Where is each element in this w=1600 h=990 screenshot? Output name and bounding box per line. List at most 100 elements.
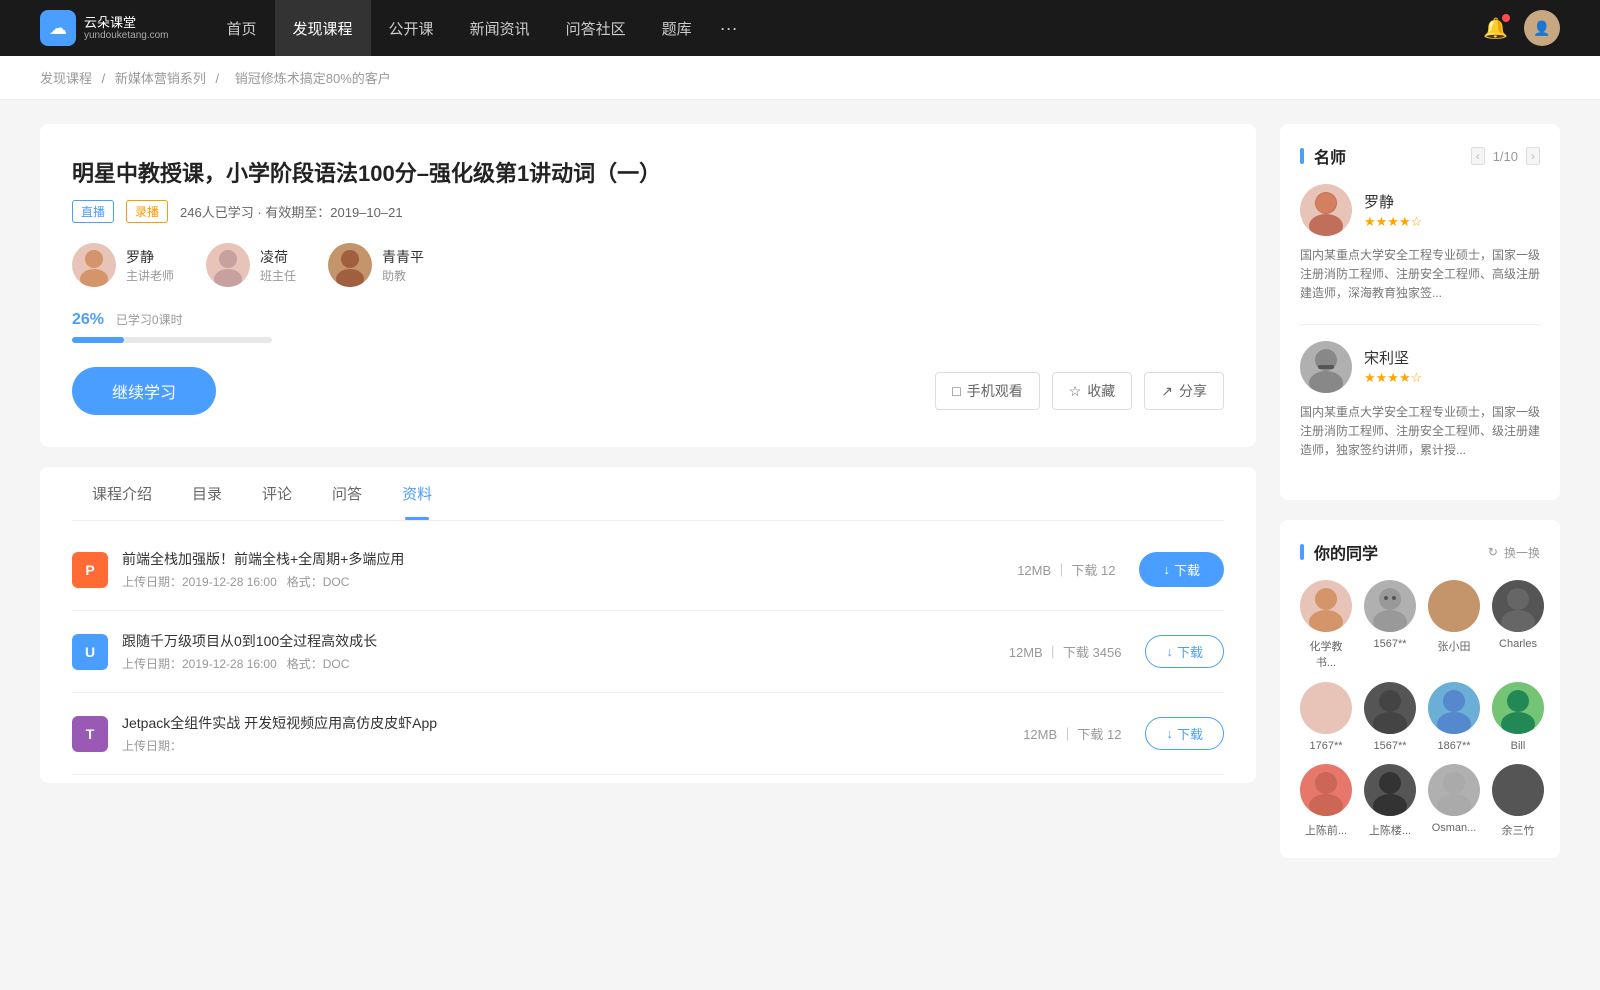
- student-6-name: 1567**: [1373, 740, 1406, 752]
- student-3-name: 张小田: [1438, 638, 1471, 654]
- tab-resources[interactable]: 资料: [382, 467, 452, 520]
- resource-icon-2: U: [72, 634, 108, 670]
- download-icon-2: ↓: [1166, 644, 1173, 659]
- resource-item-2: U 跟随千万级项目从0到100全过程高效成长 上传日期：2019-12-28 1…: [72, 611, 1224, 693]
- panel-title-teachers: 名师: [1300, 144, 1346, 168]
- logo[interactable]: ☁ 云朵课堂 yundouketang.com: [40, 10, 169, 46]
- tab-qa[interactable]: 问答: [312, 467, 382, 520]
- student-7[interactable]: 1867**: [1428, 682, 1480, 752]
- student-8-name: Bill: [1511, 740, 1526, 752]
- resource-icon-1: P: [72, 552, 108, 588]
- student-2-avatar: [1364, 580, 1416, 632]
- teacher-card-2-name: 宋利坚: [1364, 347, 1422, 368]
- download-button-1[interactable]: ↓ 下载: [1139, 552, 1224, 587]
- panel-header-classmates: 你的同学 ↻ 换一换: [1300, 540, 1540, 564]
- course-title: 明星中教授课，小学阶段语法100分–强化级第1讲动词（一）: [72, 156, 1224, 188]
- resource-item-1: P 前端全栈加强版！前端全栈+全周期+多端应用 上传日期：2019-12-28 …: [72, 529, 1224, 611]
- student-1[interactable]: 化学教书...: [1300, 580, 1352, 670]
- breadcrumb-item-discover[interactable]: 发现课程: [40, 71, 92, 86]
- breadcrumb-item-current: 销冠修炼术搞定80%的客户: [235, 71, 391, 86]
- student-4[interactable]: Charles: [1492, 580, 1544, 670]
- teachers-list: 罗静 主讲老师 凌荷 班主任: [72, 243, 1224, 287]
- notification-dot: [1502, 14, 1510, 22]
- next-teacher-button[interactable]: ›: [1526, 147, 1540, 165]
- tab-intro[interactable]: 课程介绍: [72, 467, 172, 520]
- student-11[interactable]: Osman...: [1428, 764, 1480, 838]
- student-3-avatar: [1428, 580, 1480, 632]
- share-button[interactable]: ↗ 分享: [1144, 372, 1224, 410]
- tabs: 课程介绍 目录 评论 问答 资料: [72, 467, 1224, 521]
- nav-item-news[interactable]: 新闻资讯: [452, 0, 548, 56]
- teacher-2: 凌荷 班主任: [206, 243, 296, 287]
- resource-meta-2: 上传日期：2019-12-28 16:00 格式：DOC: [122, 655, 1009, 672]
- nav-item-discover[interactable]: 发现课程: [275, 0, 371, 56]
- student-3[interactable]: 张小田: [1428, 580, 1480, 670]
- student-8[interactable]: Bill: [1492, 682, 1544, 752]
- resource-info-1: 前端全栈加强版！前端全栈+全周期+多端应用 上传日期：2019-12-28 16…: [122, 549, 1017, 590]
- panel-title-classmates: 你的同学: [1300, 540, 1378, 564]
- student-2[interactable]: 1567**: [1364, 580, 1416, 670]
- teacher-card-2-stars: ★★★★☆: [1364, 370, 1422, 386]
- tabs-section: 课程介绍 目录 评论 问答 资料 P 前端全栈加强版！前端全栈+全周期+多端应用…: [40, 467, 1256, 783]
- student-5[interactable]: 1767**: [1300, 682, 1352, 752]
- course-card: 明星中教授课，小学阶段语法100分–强化级第1讲动词（一） 直播 录播 246人…: [40, 124, 1256, 447]
- student-1-avatar: [1300, 580, 1352, 632]
- user-avatar[interactable]: 👤: [1524, 10, 1560, 46]
- teacher-3-avatar: [328, 243, 372, 287]
- student-12[interactable]: 余三竹: [1492, 764, 1544, 838]
- student-6[interactable]: 1567**: [1364, 682, 1416, 752]
- student-5-avatar: [1300, 682, 1352, 734]
- resource-stats-2: 12MB ｜ 下载 3456: [1009, 642, 1122, 661]
- refresh-classmates[interactable]: ↻ 换一换: [1488, 544, 1540, 561]
- teacher-1-role: 主讲老师: [126, 267, 174, 284]
- course-meta: 直播 录播 246人已学习 · 有效期至：2019–10–21: [72, 200, 1224, 223]
- nav-more[interactable]: ···: [710, 0, 748, 56]
- breadcrumb-item-series[interactable]: 新媒体营销系列: [115, 71, 206, 86]
- download-button-2[interactable]: ↓ 下载: [1145, 635, 1224, 668]
- notification-bell[interactable]: 🔔: [1483, 16, 1508, 41]
- student-5-name: 1767**: [1309, 740, 1342, 752]
- mobile-icon: □: [952, 383, 960, 399]
- teacher-card-1-name: 罗静: [1364, 191, 1422, 212]
- tab-toc[interactable]: 目录: [172, 467, 242, 520]
- teacher-3: 青青平 助教: [328, 243, 424, 287]
- classmates-panel: 你的同学 ↻ 换一换 化学教书... 1567**: [1280, 520, 1560, 858]
- course-stats: 246人已学习 · 有效期至：2019–10–21: [180, 202, 403, 221]
- badge-live: 直播: [72, 200, 114, 223]
- continue-learning-button[interactable]: 继续学习: [72, 367, 216, 415]
- mobile-view-button[interactable]: □ 手机观看: [935, 372, 1039, 410]
- teacher-card-1-avatar: [1300, 184, 1352, 236]
- progress-sub: 已学习0课时: [116, 313, 183, 327]
- teacher-1-name: 罗静: [126, 247, 174, 267]
- nav-item-open[interactable]: 公开课: [371, 0, 452, 56]
- teacher-1-avatar: [72, 243, 116, 287]
- student-10[interactable]: 上陈楼...: [1364, 764, 1416, 838]
- prev-teacher-button[interactable]: ‹: [1471, 147, 1485, 165]
- resource-list: P 前端全栈加强版！前端全栈+全周期+多端应用 上传日期：2019-12-28 …: [72, 521, 1224, 783]
- students-grid: 化学教书... 1567** 张小田: [1300, 580, 1540, 838]
- refresh-icon: ↻: [1488, 545, 1498, 559]
- nav-item-questions[interactable]: 题库: [644, 0, 710, 56]
- download-button-3[interactable]: ↓ 下载: [1145, 717, 1224, 750]
- nav-items: 首页 发现课程 公开课 新闻资讯 问答社区 题库 ···: [209, 0, 1484, 56]
- student-11-name: Osman...: [1432, 822, 1477, 834]
- student-8-avatar: [1492, 682, 1544, 734]
- nav-right: 🔔 👤: [1483, 10, 1560, 46]
- resource-title-2: 跟随千万级项目从0到100全过程高效成长: [122, 631, 1009, 651]
- student-10-name: 上陈楼...: [1369, 822, 1411, 838]
- share-icon: ↗: [1161, 383, 1173, 400]
- student-1-name: 化学教书...: [1300, 638, 1352, 670]
- nav-item-home[interactable]: 首页: [209, 0, 275, 56]
- panel-header-teachers: 名师 ‹ 1/10 ›: [1300, 144, 1540, 168]
- student-12-avatar: [1492, 764, 1544, 816]
- content-left: 明星中教授课，小学阶段语法100分–强化级第1讲动词（一） 直播 录播 246人…: [40, 124, 1256, 878]
- collect-button[interactable]: ☆ 收藏: [1052, 372, 1133, 410]
- student-2-name: 1567**: [1373, 638, 1406, 650]
- teacher-2-avatar: [206, 243, 250, 287]
- nav-item-qa[interactable]: 问答社区: [548, 0, 644, 56]
- student-9[interactable]: 上陈前...: [1300, 764, 1352, 838]
- student-7-name: 1867**: [1437, 740, 1470, 752]
- teacher-2-role: 班主任: [260, 267, 296, 284]
- content-right: 名师 ‹ 1/10 › 罗静 ★★★★☆ 国内: [1280, 124, 1560, 878]
- tab-comments[interactable]: 评论: [242, 467, 312, 520]
